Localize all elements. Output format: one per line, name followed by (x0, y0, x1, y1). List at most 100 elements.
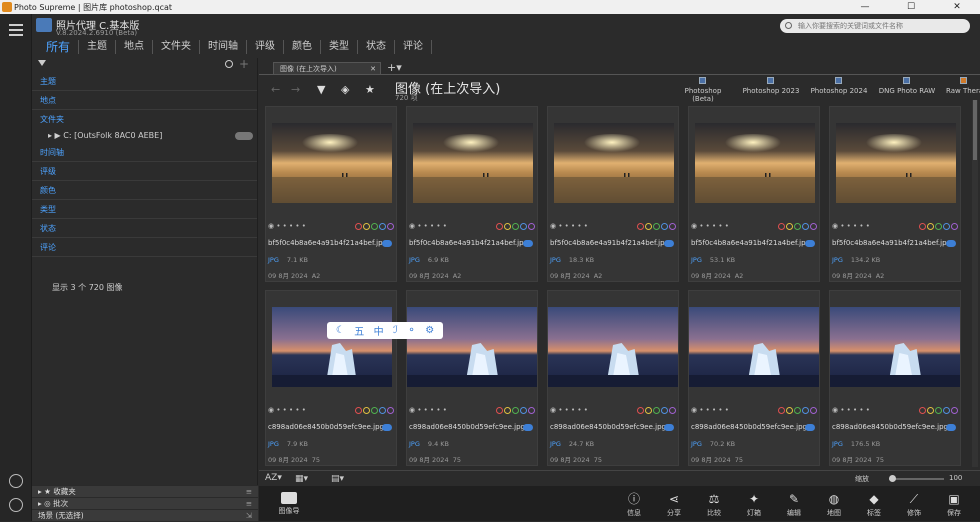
color-labels[interactable] (496, 407, 535, 414)
rating-stars[interactable]: ◉ • • • • • (832, 406, 870, 414)
grid-view-icon[interactable]: ▦▾ (295, 474, 308, 484)
photo-card[interactable]: ◉ • • • • • c898ad06e8450b0d59efc9ee.jpg J… (547, 290, 679, 466)
rotate-icon[interactable]: ℐ (393, 325, 398, 336)
select-toggle[interactable] (805, 240, 815, 247)
app-dng-photo-raw[interactable]: DNG Photo RAW (878, 77, 936, 103)
tab-subjects[interactable]: 主题 (79, 40, 117, 54)
photo-card[interactable]: ◉ • • • • • bf5f0c4b8a6e4a91b4f21a4bef.jp… (406, 106, 538, 282)
photo-thumbnail[interactable] (407, 307, 537, 387)
importer-button[interactable]: 图像导 (275, 492, 303, 516)
retouch-button[interactable]: ⟋ 修饰 (894, 490, 934, 518)
sidebar-item-comments[interactable]: 评论 (32, 238, 257, 257)
sidebar-item-type[interactable]: 类型 (32, 200, 257, 219)
photo-thumbnail[interactable] (554, 123, 674, 203)
rating-stars[interactable]: ◉ • • • • • (691, 222, 729, 230)
save-button[interactable]: ▣ 保存 (934, 490, 974, 518)
info-button[interactable]: ⓘ 信息 (614, 490, 654, 518)
star-icon[interactable]: ★ (365, 83, 375, 96)
folder-entry[interactable]: ▸ ▶ C: [OutsFolk 8AC0 AEBE] (32, 129, 257, 143)
batch-panel[interactable]: ▸ ◎ 批次 ≡ (32, 497, 258, 509)
photo-card[interactable]: ◉ • • • • • c898ad06e8450b0d59efc9ee.jpg J… (688, 290, 820, 466)
sidebar-item-subjects[interactable]: 主题 (32, 72, 257, 91)
minimize-button[interactable]: — (842, 0, 888, 14)
document-tab[interactable]: 图像 (在上次导入) ✕ (273, 62, 381, 74)
photo-card[interactable]: ◉ • • • • • bf5f0c4b8a6e4a91b4f21a4bef.jp… (265, 106, 397, 282)
tab-all[interactable]: 所有 (38, 40, 80, 54)
photo-card[interactable]: ◉ • • • • • c898ad06e8450b0d59efc9ee.jpg J… (406, 290, 538, 466)
zoom-slider[interactable] (889, 475, 944, 482)
forward-arrow-icon[interactable]: → (291, 83, 300, 96)
sidebar-item-rating[interactable]: 评级 (32, 162, 257, 181)
search-input[interactable]: 输入你要搜索的关键词或文件名称 (780, 19, 970, 33)
select-toggle[interactable] (946, 424, 956, 431)
tab-folders[interactable]: 文件夹 (153, 40, 201, 54)
rating-stars[interactable]: ◉ • • • • • (550, 406, 588, 414)
color-labels[interactable] (778, 407, 817, 414)
tab-timeline[interactable]: 时间轴 (200, 40, 248, 54)
photo-thumbnail[interactable] (272, 123, 392, 203)
settings-icon[interactable] (9, 474, 23, 488)
text-icon[interactable]: 五 (354, 323, 364, 338)
sidebar-item-status[interactable]: 状态 (32, 219, 257, 238)
select-toggle[interactable] (664, 424, 674, 431)
photo-thumbnail[interactable] (689, 307, 819, 387)
sort-button[interactable]: AZ▾ (265, 473, 282, 483)
rating-stars[interactable]: ◉ • • • • • (268, 222, 306, 230)
tab-places[interactable]: 地点 (116, 40, 154, 54)
filter-icon[interactable]: ▼ (317, 83, 325, 96)
rating-stars[interactable]: ◉ • • • • • (409, 406, 447, 414)
color-labels[interactable] (919, 223, 958, 230)
tab-color[interactable]: 颜色 (284, 40, 322, 54)
photo-card[interactable]: ◉ • • • • • c898ad06e8450b0d59efc9ee.jpg J… (829, 290, 961, 466)
app-photoshop-2023[interactable]: Photoshop 2023 (742, 77, 800, 103)
compare-button[interactable]: ⚖ 比较 (694, 490, 734, 518)
photo-thumbnail[interactable] (548, 307, 678, 387)
back-arrow-icon[interactable]: ← (271, 83, 280, 96)
add-icon[interactable]: + (239, 57, 249, 71)
link-icon[interactable]: ⚬ (407, 325, 415, 336)
photo-thumbnail[interactable] (695, 123, 815, 203)
photo-thumbnail[interactable] (836, 123, 956, 203)
moon-icon[interactable]: ☾ (336, 325, 345, 336)
photo-card[interactable]: ◉ • • • • • bf5f0c4b8a6e4a91b4f21a4bef.jp… (688, 106, 820, 282)
detail-view-icon[interactable]: ▤▾ (331, 474, 344, 484)
tab-comments[interactable]: 评论 (395, 40, 433, 54)
select-toggle[interactable] (382, 424, 392, 431)
select-toggle[interactable] (523, 240, 533, 247)
select-toggle[interactable] (805, 424, 815, 431)
sidebar-item-color[interactable]: 颜色 (32, 181, 257, 200)
color-labels[interactable] (355, 407, 394, 414)
sidebar-item-places[interactable]: 地点 (32, 91, 257, 110)
grid-scrollbar[interactable] (972, 100, 978, 467)
map-button[interactable]: ◍ 地图 (814, 490, 854, 518)
photo-card[interactable]: ◉ • • • • • bf5f0c4b8a6e4a91b4f21a4bef.jp… (547, 106, 679, 282)
tab-type[interactable]: 类型 (321, 40, 359, 54)
color-labels[interactable] (496, 223, 535, 230)
rating-stars[interactable]: ◉ • • • • • (691, 406, 729, 414)
photo-card[interactable]: ◉ • • • • • bf5f0c4b8a6e4a91b4f21a4bef.jp… (829, 106, 961, 282)
color-labels[interactable] (637, 223, 676, 230)
rating-stars[interactable]: ◉ • • • • • (550, 222, 588, 230)
color-labels[interactable] (637, 407, 676, 414)
filter-icon[interactable] (38, 60, 46, 66)
select-toggle[interactable] (382, 240, 392, 247)
rating-stars[interactable]: ◉ • • • • • (832, 222, 870, 230)
photo-thumbnail[interactable] (413, 123, 533, 203)
photo-thumbnail[interactable] (272, 307, 392, 387)
new-tab-button[interactable]: +▾ (387, 61, 402, 74)
close-button[interactable]: ✕ (934, 0, 980, 14)
color-labels[interactable] (355, 223, 394, 230)
select-toggle[interactable] (946, 240, 956, 247)
photo-thumbnail[interactable] (830, 307, 960, 387)
lightbox-button[interactable]: ✦ 灯箱 (734, 490, 774, 518)
search-icon[interactable] (225, 60, 233, 68)
app-photoshop-beta[interactable]: Photoshop (Beta) (674, 77, 732, 103)
scene-panel[interactable]: 场景 (无选择) ⇲ (32, 509, 258, 521)
share-button[interactable]: ⋖ 分享 (654, 490, 694, 518)
select-toggle[interactable] (523, 424, 533, 431)
select-toggle[interactable] (664, 240, 674, 247)
layers-icon[interactable]: ◈ (341, 83, 349, 96)
color-labels[interactable] (778, 223, 817, 230)
tab-status[interactable]: 状态 (358, 40, 396, 54)
tab-rating[interactable]: 评级 (247, 40, 285, 54)
